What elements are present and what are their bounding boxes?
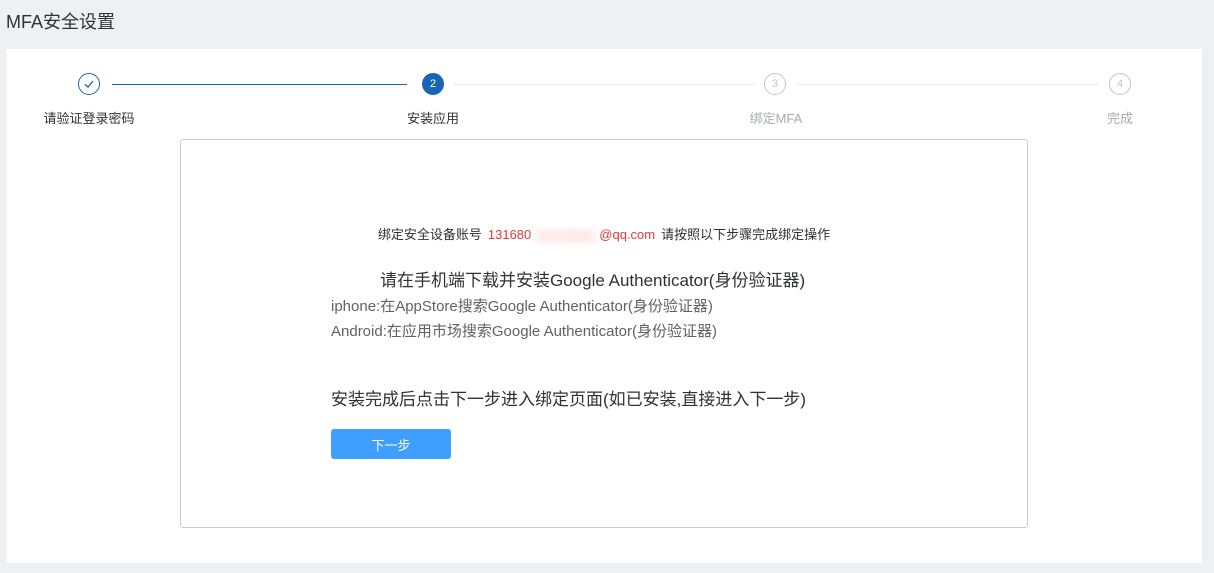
step-2-label: 安装应用 [406, 111, 460, 126]
step-1-label: 请验证登录密码 [43, 111, 135, 126]
page-title: MFA安全设置 [6, 12, 116, 32]
step-connector-2 [454, 84, 754, 85]
step-2-indicator: 2 [422, 73, 444, 95]
check-icon [84, 80, 94, 88]
step-connector-1 [112, 84, 407, 85]
account-email-end: @qq.com [599, 227, 656, 242]
step-3-indicator: 3 [764, 73, 786, 95]
step-connector-3 [798, 84, 1099, 85]
step-4-label: 完成 [1106, 111, 1134, 126]
android-instruction: Android:在应用市场搜索Google Authenticator(身份验证… [331, 323, 717, 340]
iphone-instruction: iphone:在AppStore搜索Google Authenticator(身… [331, 298, 713, 315]
install-heading: 请在手机端下载并安装Google Authenticator(身份验证器) [380, 271, 806, 290]
redaction-blur [531, 228, 600, 243]
step-1-indicator [78, 73, 100, 95]
account-suffix: 请按照以下步骤完成绑定操作 [661, 227, 831, 242]
install-app-panel: 绑定安全设备账号 131680 @qq.com 请按照以下步骤完成绑定操作 请在手机端… [180, 139, 1028, 528]
settings-card: 请验证登录密码 2 安装应用 3 绑定MFA 4 完成 绑定安全设备账号 1316… [7, 49, 1202, 563]
account-email: 131680 @qq.com [487, 227, 656, 243]
step-3-label: 绑定MFA [749, 111, 803, 126]
next-step-button[interactable]: 下一步 [331, 429, 451, 459]
step-4-indicator: 4 [1109, 73, 1131, 95]
account-info-line: 绑定安全设备账号 131680 @qq.com 请按照以下步骤完成绑定操作 [181, 224, 1027, 243]
account-prefix: 绑定安全设备账号 [377, 227, 482, 242]
next-step-instruction: 安装完成后点击下一步进入绑定页面(如已安装,直接进入下一步) [331, 390, 807, 409]
account-email-start: 131680 [487, 227, 532, 242]
